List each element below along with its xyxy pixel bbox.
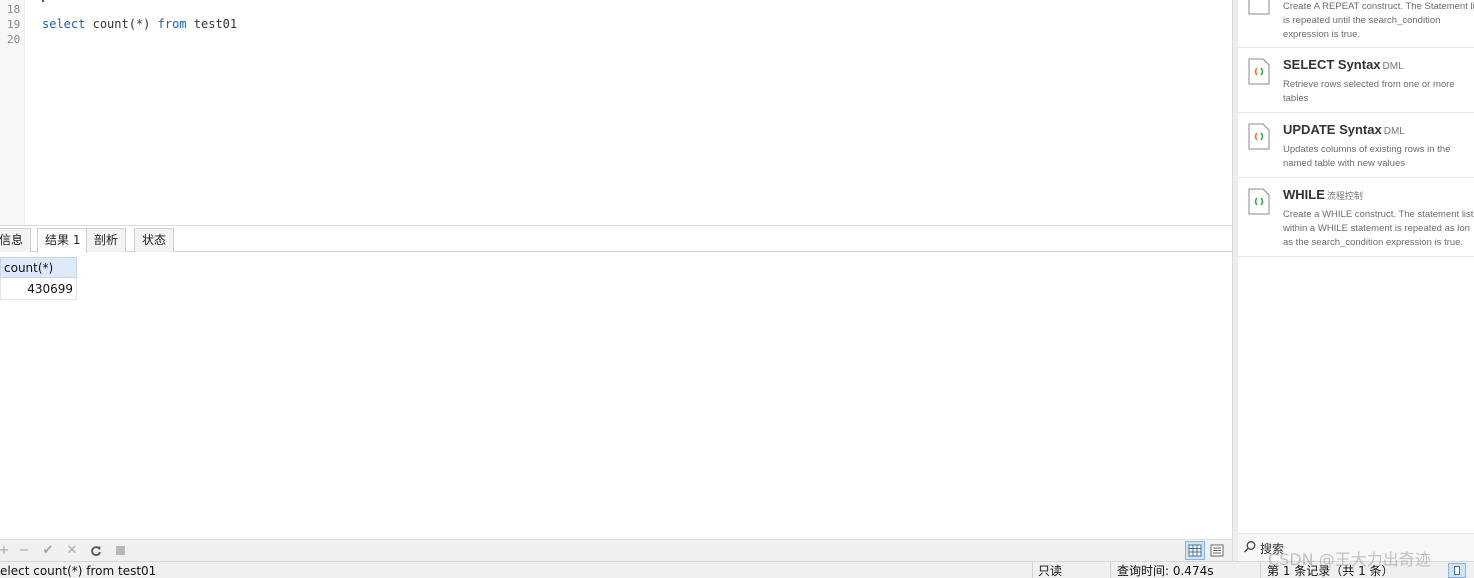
delete-icon[interactable]: − <box>16 542 32 559</box>
snippet-title-text: UPDATE Syntax <box>1283 122 1382 137</box>
snippet-title-text: SELECT Syntax <box>1283 57 1381 72</box>
snippet-title: WHILE 流程控制 <box>1283 187 1363 202</box>
status-separator <box>1032 562 1033 578</box>
text-cursor <box>42 0 44 2</box>
status-separator <box>1110 562 1111 578</box>
sql-table-name: test01 <box>193 17 238 31</box>
column-header[interactable]: count(*) <box>0 257 77 278</box>
status-query-time: 查询时间: 0.474s <box>1117 564 1214 578</box>
snippet-tag: 流程控制 <box>1326 191 1363 201</box>
stop-square <box>115 546 125 555</box>
snippet-desc-line: Create a WHILE construct. The statement … <box>1283 209 1474 220</box>
tab-status[interactable]: 状态 <box>134 228 175 252</box>
stop-icon[interactable] <box>112 542 128 559</box>
grid-toolbar: + − ✔ ✕ <box>0 539 1232 561</box>
status-readonly: 只读 <box>1038 564 1063 578</box>
form-view-icon <box>1210 544 1224 557</box>
discard-icon[interactable]: ✕ <box>64 542 80 559</box>
form-view-icon[interactable] <box>1207 541 1227 560</box>
snippet-card-select[interactable]: SELECT Syntax DML Retrieve rows selected … <box>1238 48 1474 113</box>
tab-message[interactable]: 信息 <box>0 228 32 252</box>
panel-glyph <box>1454 566 1460 575</box>
table-cell[interactable]: 430699 <box>0 278 77 300</box>
snippet-title: UPDATE Syntax DML <box>1283 122 1405 137</box>
snippet-desc-line: tables <box>1283 93 1309 104</box>
result-tab-bar: 信息 结果 1 剖析 状态 <box>0 228 1232 253</box>
tab-profile[interactable]: 剖析 <box>86 228 127 252</box>
snippet-doc-icon <box>1248 58 1270 85</box>
snippet-tag: DML <box>1383 126 1405 137</box>
snippet-desc-line: is repeated until the search_condition <box>1283 15 1441 26</box>
document-icon <box>1248 0 1270 15</box>
snippet-desc-line: as the search_condition expression is tr… <box>1283 237 1464 248</box>
line-number-gutter: 18 19 20 <box>0 0 25 225</box>
result-grid: count(*) 430699 <box>0 253 1232 539</box>
panel-toggle-icon[interactable] <box>1448 563 1466 578</box>
sql-function: count(*) <box>92 17 151 31</box>
sql-keyword: select <box>42 17 86 31</box>
apply-icon[interactable]: ✔ <box>40 542 56 559</box>
code-line[interactable]: select count(*) from test01 <box>42 17 237 31</box>
snippet-desc-line: expression is true. <box>1283 29 1361 40</box>
search-icon <box>1244 541 1256 553</box>
line-number: 20 <box>7 33 21 46</box>
snippet-card-update[interactable]: UPDATE Syntax DML Updates columns of exis… <box>1238 113 1474 178</box>
snippet-tag: DML <box>1382 61 1404 72</box>
snippet-title-text: WHILE <box>1283 187 1325 202</box>
snippet-doc-icon <box>1248 188 1270 215</box>
snippet-card-repeat[interactable]: Create A REPEAT construct. The Statement… <box>1238 0 1474 48</box>
snippet-panel: Create A REPEAT construct. The Statement… <box>1238 0 1474 561</box>
line-number: 18 <box>7 3 21 16</box>
sql-keyword: from <box>157 17 187 31</box>
status-separator <box>1260 562 1261 578</box>
status-query-text: elect count(*) from test01 <box>0 564 157 578</box>
snippet-desc-line: Retrieve rows selected from one or more <box>1283 79 1455 90</box>
grid-view-icon <box>1188 544 1202 557</box>
snippet-doc-icon <box>1248 123 1270 150</box>
tab-result-1[interactable]: 结果 1 <box>37 228 89 253</box>
watermark: CSDN @王大力出奇迹 <box>1268 550 1431 569</box>
snippet-desc-line: within a WHILE statement is repeated as … <box>1283 223 1470 234</box>
add-icon[interactable]: + <box>0 542 12 559</box>
sql-editor[interactable]: 18 19 20 select count(*) from test01 <box>0 0 1232 226</box>
status-bar: elect count(*) from test01 只读 查询时间: 0.47… <box>0 561 1474 578</box>
refresh-icon[interactable] <box>88 542 104 559</box>
snippet-desc-line: Create A REPEAT construct. The Statement… <box>1283 1 1474 12</box>
snippet-desc-line: Updates columns of existing rows in the <box>1283 144 1451 155</box>
snippet-title: SELECT Syntax DML <box>1283 57 1404 72</box>
grid-view-icon[interactable] <box>1185 541 1205 560</box>
snippet-desc-line: named table with new values <box>1283 158 1405 169</box>
refresh-icon <box>91 546 101 556</box>
line-number: 19 <box>7 18 21 31</box>
snippet-card-while[interactable]: WHILE 流程控制 Create a WHILE construct. The … <box>1238 178 1474 257</box>
